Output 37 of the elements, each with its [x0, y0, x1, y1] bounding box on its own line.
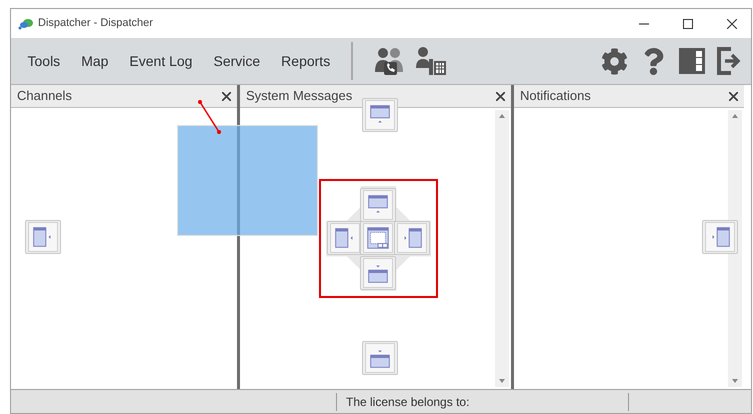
dock-top-icon[interactable] — [362, 98, 398, 132]
contacts-phone-icon[interactable] — [372, 46, 405, 76]
panel-title: Channels — [17, 87, 72, 106]
dock-center-icon[interactable] — [360, 221, 396, 255]
dock-left-icon[interactable] — [25, 220, 61, 254]
dock-bottom-icon[interactable] — [360, 256, 396, 290]
menu-item[interactable]: Event Log — [119, 50, 202, 72]
desk-phone-user-icon[interactable] — [414, 46, 447, 76]
close-icon[interactable] — [496, 92, 505, 100]
menu-item[interactable]: Map — [71, 50, 118, 72]
menu-item[interactable]: Service — [203, 50, 270, 72]
close-icon[interactable] — [222, 92, 231, 100]
settings-icon[interactable] — [601, 48, 628, 74]
maximize-icon[interactable] — [683, 18, 693, 28]
dock-top-icon[interactable] — [360, 188, 396, 222]
panel-title: System Messages — [246, 87, 352, 106]
app-logo-icon — [18, 18, 34, 30]
dock-right-icon[interactable] — [394, 221, 430, 255]
close-icon[interactable] — [729, 92, 738, 100]
exit-icon[interactable] — [717, 47, 741, 75]
pointer-line — [197, 99, 223, 136]
window-title: Dispatcher - Dispatcher — [38, 16, 153, 32]
scroll-down-icon[interactable] — [732, 379, 738, 383]
scrollbar[interactable] — [495, 110, 509, 387]
dock-right-icon[interactable] — [702, 220, 738, 254]
scroll-up-icon[interactable] — [732, 114, 738, 118]
menu-item[interactable]: Tools — [18, 50, 70, 72]
scrollbar[interactable] — [728, 110, 742, 387]
scroll-up-icon[interactable] — [499, 114, 505, 118]
layout-icon[interactable] — [679, 48, 705, 74]
scroll-down-icon[interactable] — [499, 379, 505, 383]
close-icon[interactable] — [727, 18, 737, 28]
license-text: The license belongs to: — [346, 394, 470, 410]
panel-title: Notifications — [520, 87, 591, 106]
menu-item[interactable]: Reports — [271, 50, 340, 72]
dock-bottom-icon[interactable] — [362, 341, 398, 375]
dock-left-icon[interactable] — [327, 221, 363, 255]
